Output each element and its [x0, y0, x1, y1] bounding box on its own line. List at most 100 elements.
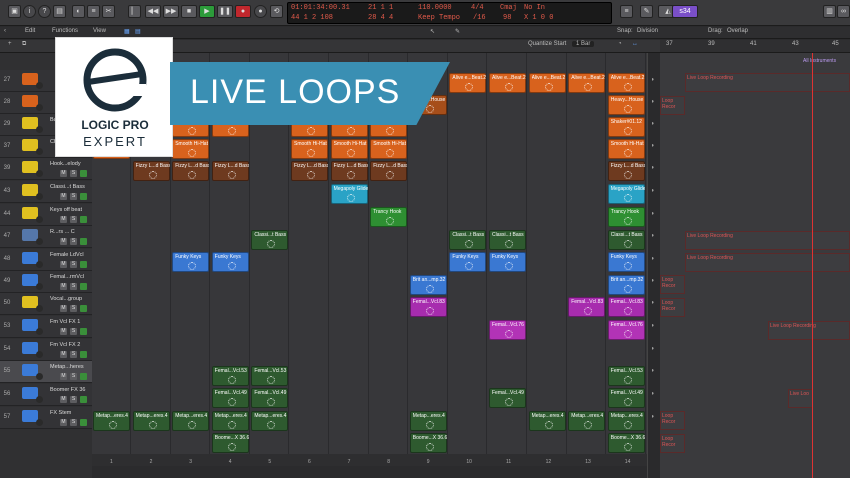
scene-trigger-7[interactable]: 7: [348, 459, 351, 465]
track-stop-icon[interactable]: ◗: [651, 143, 655, 149]
mute-button[interactable]: M: [60, 216, 67, 223]
scene-trigger-5[interactable]: 5: [268, 459, 271, 465]
loop-cell[interactable]: Smooth Hi-Hat: [330, 139, 368, 159]
menu-edit[interactable]: Edit: [25, 28, 35, 34]
region-recording-3[interactable]: Live Loop Recording: [685, 253, 850, 272]
add-track-icon[interactable]: +: [8, 41, 12, 47]
power-icon[interactable]: [36, 238, 43, 245]
track-header[interactable]: 44 Keys off beat M S: [0, 204, 92, 226]
pencil-tool-icon[interactable]: ✎: [455, 28, 460, 35]
loop-cell[interactable]: Smooth Hi-Hat: [370, 139, 408, 159]
input-monitor-led[interactable]: [80, 283, 87, 290]
loop-cell[interactable]: Metap...eres.4: [251, 411, 289, 431]
solo-button[interactable]: S: [70, 193, 77, 200]
loop-cell[interactable]: Alive e...Beat.2: [607, 73, 645, 93]
scene-trigger-12[interactable]: 12: [546, 459, 552, 465]
track-stop-icon[interactable]: ◗: [651, 391, 655, 397]
menu-view[interactable]: View: [93, 28, 106, 34]
track-stop-icon[interactable]: ◗: [651, 414, 655, 420]
region-recording-4[interactable]: Live Loop Recording: [768, 321, 850, 340]
track-stop-icon[interactable]: ◗: [651, 233, 655, 239]
input-monitor-led[interactable]: [80, 216, 87, 223]
power-icon[interactable]: [36, 328, 43, 335]
play-button[interactable]: ▶: [199, 5, 215, 18]
mute-button[interactable]: M: [60, 328, 67, 335]
loop-cell[interactable]: Smooth Hi-Hat: [172, 139, 210, 159]
loop-cell[interactable]: Femal...Vcl.49: [211, 388, 249, 408]
loop-cell[interactable]: Metap...eres.4: [132, 411, 170, 431]
loop-cell[interactable]: Boome...X 36.6: [607, 433, 645, 453]
solo-button[interactable]: S: [70, 373, 77, 380]
track-stop-icon[interactable]: ◗: [651, 77, 655, 83]
loop-cell[interactable]: Fizzy L...d Bass: [607, 161, 645, 181]
loop-cell[interactable]: Femal...Vcl.49: [251, 388, 289, 408]
loop-cell[interactable]: Metap...eres.4: [93, 411, 130, 431]
loop-cell[interactable]: Funky Keys: [211, 252, 249, 272]
menu-functions[interactable]: Functions: [52, 28, 78, 34]
loop-cell[interactable]: Heavy...House: [607, 95, 645, 115]
power-icon[interactable]: [36, 419, 43, 426]
loop-cell[interactable]: Femal...Vcl.83: [409, 297, 447, 317]
cycle-button[interactable]: ⟲: [270, 5, 283, 18]
track-stop-icon[interactable]: ◗: [651, 121, 655, 127]
track-header[interactable]: 50 Vocal...group M S: [0, 293, 92, 315]
mute-button[interactable]: M: [60, 238, 67, 245]
loop-cell[interactable]: Fizzy L...d Bass: [291, 161, 328, 181]
editors-button[interactable]: ✂: [102, 5, 115, 18]
loop-cell[interactable]: Megapoly Glide: [607, 184, 645, 204]
region-recording-1[interactable]: Live Loop Recording: [685, 73, 850, 92]
input-monitor-led[interactable]: [80, 328, 87, 335]
track-header[interactable]: 57 FX Stem M S: [0, 407, 92, 429]
quantize-select[interactable]: 1 Bar: [572, 41, 595, 47]
input-monitor-led[interactable]: [80, 396, 87, 403]
browser-button[interactable]: ▥: [823, 5, 836, 18]
power-icon[interactable]: [36, 82, 43, 89]
list-editors-button[interactable]: ≡: [620, 5, 633, 18]
loop-cell[interactable]: Alive e...Beat.2: [568, 73, 606, 93]
track-header[interactable]: 43 Classi...t Bass M S: [0, 181, 92, 203]
loop-cell[interactable]: Classi...t Bass: [251, 230, 289, 250]
record-button[interactable]: ●: [235, 5, 251, 18]
solo-button[interactable]: S: [70, 216, 77, 223]
lcd-display[interactable]: 01:01:34:00.31 44 1 2 108 21 1 1 28 4 4 …: [287, 2, 612, 24]
user-badge[interactable]: s34: [672, 5, 698, 18]
power-icon[interactable]: [36, 396, 43, 403]
region-short-3[interactable]: Loop Recor: [660, 298, 685, 317]
solo-button[interactable]: S: [70, 328, 77, 335]
solo-button[interactable]: S: [70, 351, 77, 358]
smart-controls-button[interactable]: ◐: [72, 5, 85, 18]
region-recording-2[interactable]: Live Loop Recording: [685, 231, 850, 250]
track-stop-icon[interactable]: ◗: [651, 211, 655, 217]
loop-cell[interactable]: Classi...t Bass: [449, 230, 487, 250]
solo-button[interactable]: S: [70, 283, 77, 290]
power-icon[interactable]: [36, 283, 43, 290]
scene-trigger-13[interactable]: 13: [585, 459, 591, 465]
input-monitor-led[interactable]: [80, 305, 87, 312]
scene-trigger-10[interactable]: 10: [466, 459, 472, 465]
global-tracks-icon[interactable]: ⧉: [22, 41, 26, 48]
scene-trigger-11[interactable]: 11: [506, 459, 511, 465]
library-button[interactable]: ▣: [8, 5, 21, 18]
scene-trigger-8[interactable]: 8: [387, 459, 390, 465]
scene-trigger-14[interactable]: 14: [625, 459, 631, 465]
loop-cell[interactable]: Funky Keys: [489, 252, 526, 272]
scene-trigger-2[interactable]: 2: [150, 459, 153, 465]
loop-cell[interactable]: Femal...Vcl.83: [607, 297, 645, 317]
loop-cell[interactable]: Metap...eres.4: [568, 411, 606, 431]
scene-trigger-9[interactable]: 9: [427, 459, 430, 465]
solo-button[interactable]: S: [70, 261, 77, 268]
power-icon[interactable]: [36, 126, 43, 133]
track-header[interactable]: 55 Metap...heres M S: [0, 361, 92, 383]
rewind-button[interactable]: ◀◀: [145, 5, 161, 18]
power-icon[interactable]: [36, 261, 43, 268]
power-icon[interactable]: [36, 193, 43, 200]
loop-cell[interactable]: Femal...Vcl.53: [251, 366, 289, 386]
track-header[interactable]: 56 Boomer FX 36 M S: [0, 384, 92, 406]
loop-cell[interactable]: Boome...X 36.6: [211, 433, 249, 453]
loop-cell[interactable]: Smooth Hi-Hat: [291, 139, 328, 159]
track-header[interactable]: 48 Female LdVcl M S: [0, 249, 92, 271]
scene-trigger-3[interactable]: 3: [189, 459, 192, 465]
bar-ruler[interactable]: 37 39 41 43 45: [660, 40, 850, 53]
track-stop-icon[interactable]: ◗: [651, 278, 655, 284]
track-stop-icon[interactable]: ◗: [651, 368, 655, 374]
